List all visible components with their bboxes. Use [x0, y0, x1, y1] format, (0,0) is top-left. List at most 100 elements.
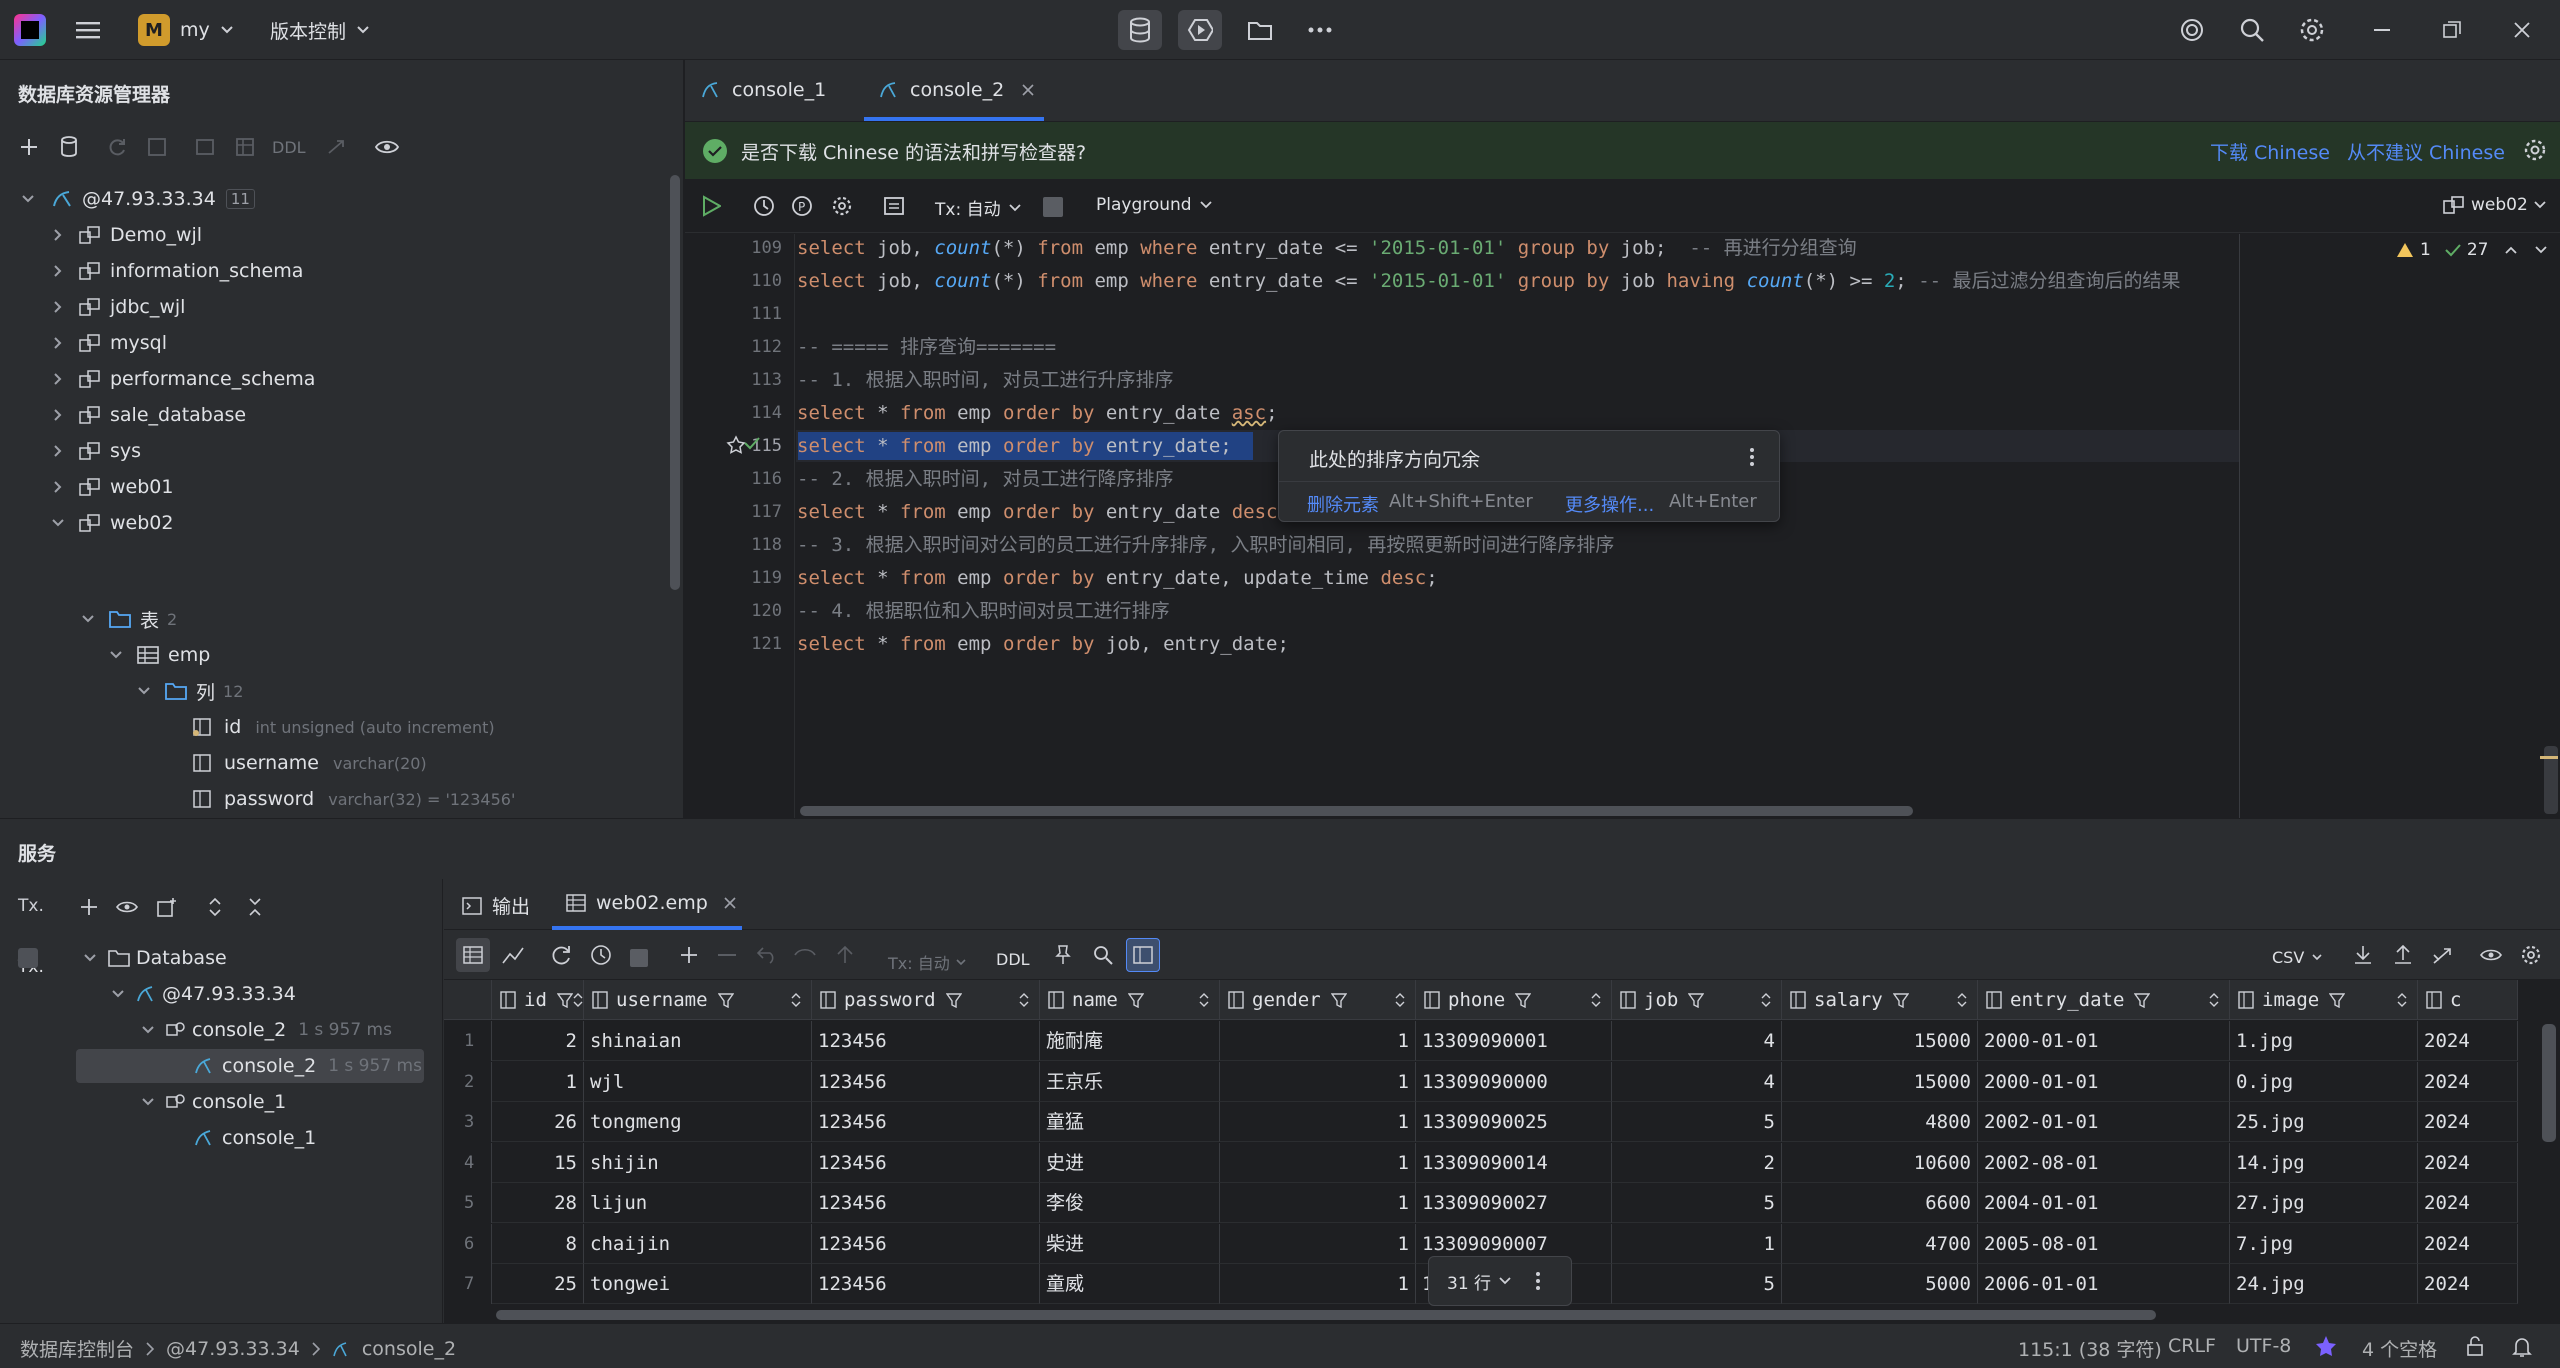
column-header-password[interactable]: password	[812, 980, 1040, 1020]
table-cell[interactable]: 28	[492, 1183, 584, 1223]
table-cell[interactable]: 2000-01-01	[1978, 1061, 2230, 1102]
table-cell[interactable]: 8	[492, 1223, 584, 1264]
table-cell[interactable]: 1	[1220, 1223, 1416, 1264]
row-number[interactable]: 3	[444, 1102, 492, 1142]
filter-icon[interactable]	[1330, 992, 1347, 1008]
upload-icon[interactable]	[2386, 938, 2420, 972]
download-link[interactable]: 下载 Chinese	[2210, 138, 2330, 165]
table-cell[interactable]: chaijin	[584, 1223, 812, 1264]
column-header-salary[interactable]: salary	[1782, 980, 1978, 1020]
tree-table-emp[interactable]: emp	[106, 638, 210, 672]
tree-schema-information-schema[interactable]: information_schema	[48, 254, 303, 288]
table-cell[interactable]: 2024	[2418, 1264, 2518, 1304]
collapse-all-icon[interactable]	[238, 890, 272, 924]
table-cell[interactable]: 13309090000	[1416, 1061, 1612, 1102]
settings-gear-icon[interactable]	[2514, 938, 2548, 972]
table-cell[interactable]: 15	[492, 1142, 584, 1183]
table-cell[interactable]: 2024	[2418, 1183, 2518, 1223]
run-icon[interactable]	[701, 195, 721, 217]
table-cell[interactable]: 1	[1220, 1102, 1416, 1142]
services-session-console-2[interactable]: console_2 1 s 957 ms	[138, 1013, 392, 1047]
table-cell[interactable]: 4	[1612, 1061, 1782, 1102]
table-cell[interactable]: 26	[492, 1102, 584, 1142]
table-cell[interactable]: 13309090025	[1416, 1102, 1612, 1142]
settings-gear-icon[interactable]	[831, 195, 853, 217]
grid-vertical-scrollbar[interactable]	[2542, 1024, 2556, 1142]
table-cell[interactable]: 13309090014	[1416, 1142, 1612, 1183]
table-cell[interactable]: 15000	[1782, 1061, 1978, 1102]
row-number[interactable]: 4	[444, 1142, 492, 1183]
code-line-118[interactable]: -- 3. 根据入职时间对公司的员工进行升序排序, 入职时间相同, 再按照更新时…	[797, 530, 1614, 560]
table-cell[interactable]: 15000	[1782, 1021, 1978, 1061]
delete-row-icon[interactable]	[710, 938, 744, 972]
table-cell[interactable]: 6600	[1782, 1183, 1978, 1223]
refresh-icon[interactable]	[544, 938, 578, 972]
tx-mode-selector[interactable]: Tx: 自动	[888, 950, 966, 974]
filter-icon[interactable]	[2134, 992, 2151, 1008]
grid-view-icon[interactable]	[456, 938, 490, 972]
table-cell[interactable]: 1	[1220, 1021, 1416, 1061]
tree-host[interactable]: @47.93.33.34 11	[18, 182, 255, 216]
column-header-id[interactable]: id	[492, 980, 584, 1020]
explain-plan-icon[interactable]: P	[791, 195, 813, 217]
ddl-button[interactable]: DDL	[272, 138, 306, 157]
table-cell[interactable]: 5	[1612, 1183, 1782, 1223]
column-header-username[interactable]: username	[584, 980, 812, 1020]
history-clock-icon[interactable]	[584, 938, 618, 972]
sort-icon[interactable]	[1957, 992, 1967, 1008]
output-panel-icon[interactable]	[883, 195, 905, 217]
expand-all-icon[interactable]	[198, 890, 232, 924]
tree-tables-folder[interactable]: 表 2	[78, 602, 177, 636]
code-line-114[interactable]: select * from emp order by entry_date as…	[797, 398, 1278, 428]
tree-schema-sys[interactable]: sys	[48, 434, 141, 468]
table-cell[interactable]: 25	[492, 1264, 584, 1304]
tree-schema-sale-database[interactable]: sale_database	[48, 398, 246, 432]
view-eye-icon[interactable]	[110, 890, 144, 924]
services-console-1[interactable]: console_1	[194, 1121, 316, 1155]
code-line-121[interactable]: select * from emp order by job, entry_da…	[797, 629, 1289, 659]
playground-selector[interactable]: Playground	[1096, 195, 1212, 215]
tab-web02-emp[interactable]: web02.emp	[566, 892, 736, 914]
sort-icon[interactable]	[2209, 992, 2219, 1008]
column-header-name[interactable]: name	[1040, 980, 1220, 1020]
table-cell[interactable]: 24.jpg	[2230, 1264, 2418, 1304]
table-cell[interactable]: 1.jpg	[2230, 1021, 2418, 1061]
lock-icon[interactable]	[2466, 1336, 2486, 1356]
table-cell[interactable]: 2002-01-01	[1978, 1102, 2230, 1142]
row-number[interactable]: 2	[444, 1061, 492, 1102]
table-cell[interactable]: tongwei	[584, 1264, 812, 1304]
services-host-node[interactable]: @47.93.33.34	[108, 977, 296, 1011]
table-cell[interactable]: 2024	[2418, 1142, 2518, 1183]
sort-icon[interactable]	[1395, 992, 1405, 1008]
refresh-icon[interactable]	[100, 130, 134, 164]
table-cell[interactable]: 李俊	[1040, 1183, 1220, 1223]
sort-icon[interactable]	[1199, 992, 1209, 1008]
stop-icon[interactable]	[18, 948, 38, 968]
services-database-node[interactable]: Database	[80, 941, 227, 975]
notifications-bell-icon[interactable]	[2512, 1336, 2532, 1358]
table-icon[interactable]	[228, 130, 262, 164]
code-line-115[interactable]: select * from emp order by entry_date;	[797, 431, 1232, 461]
table-cell[interactable]: 2004-01-01	[1978, 1183, 2230, 1223]
services-icon[interactable]	[1178, 10, 1222, 50]
table-cell[interactable]: 123456	[812, 1183, 1040, 1223]
filter-icon[interactable]	[1515, 992, 1532, 1008]
ddl-button[interactable]: DDL	[996, 950, 1030, 969]
table-cell[interactable]: 2006-01-01	[1978, 1264, 2230, 1304]
table-cell[interactable]: shinaian	[584, 1021, 812, 1061]
close-window-icon[interactable]	[2506, 14, 2538, 46]
code-line-119[interactable]: select * from emp order by entry_date, u…	[797, 563, 1438, 593]
row-number[interactable]: 6	[444, 1223, 492, 1264]
add-icon[interactable]	[12, 130, 46, 164]
tree-columns-folder[interactable]: 列 12	[134, 674, 243, 708]
table-cell[interactable]: 1	[1612, 1223, 1782, 1264]
table-cell[interactable]: 13309090001	[1416, 1021, 1612, 1061]
sort-icon[interactable]	[791, 992, 801, 1008]
table-cell[interactable]: 王京乐	[1040, 1061, 1220, 1102]
console-icon[interactable]	[188, 130, 222, 164]
indent-setting[interactable]: 4 个空格	[2362, 1335, 2437, 1362]
table-cell[interactable]: 123456	[812, 1223, 1040, 1264]
ai-status-icon[interactable]	[2314, 1334, 2338, 1358]
row-number[interactable]: 7	[444, 1264, 492, 1304]
tree-column-password[interactable]: password varchar(32) = '123456'	[190, 782, 515, 816]
